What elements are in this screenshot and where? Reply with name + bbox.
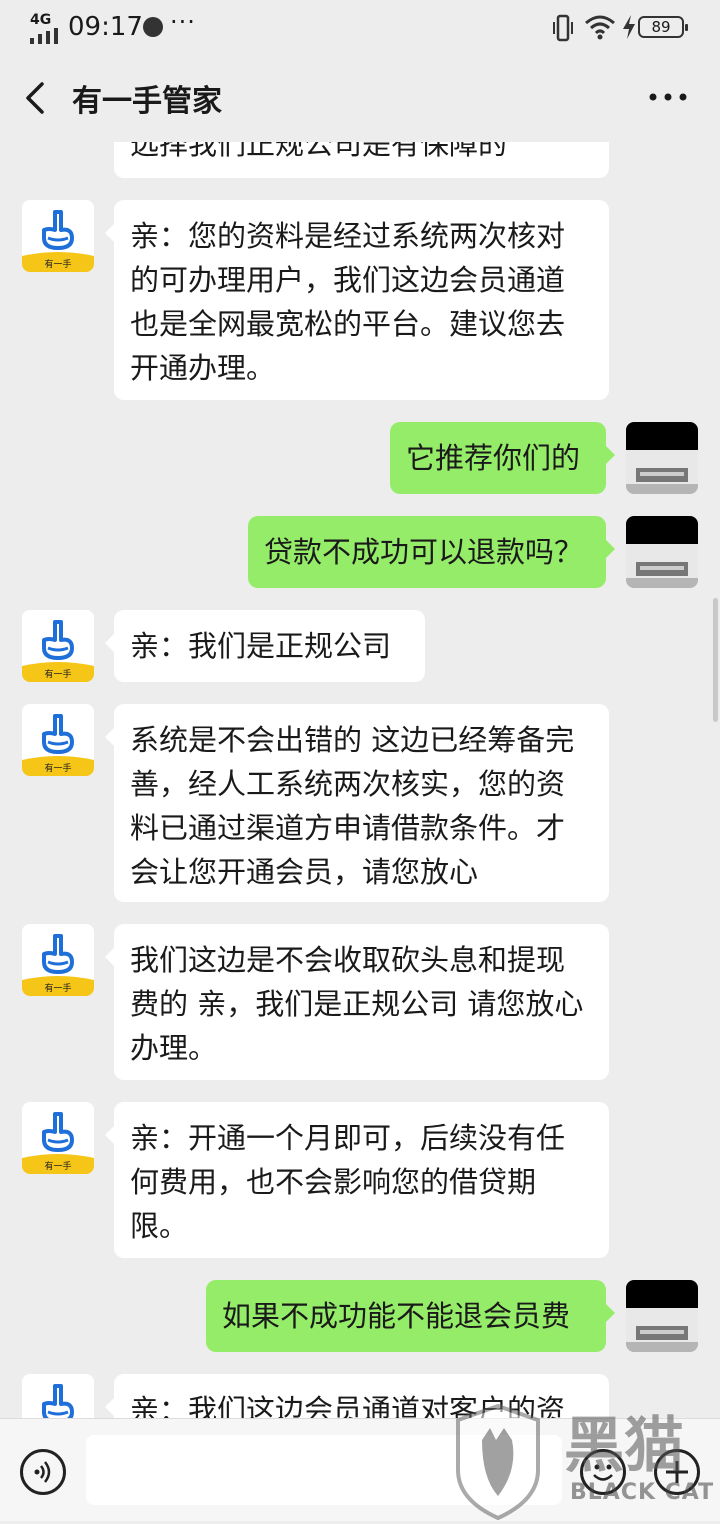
user-avatar[interactable] <box>626 516 698 588</box>
bot-logo-icon: 有一手 <box>22 1102 94 1174</box>
status-bar: 4G 09:17 ··· 89 <box>0 0 720 56</box>
message-bubble[interactable]: 亲：您的资料是经过系统两次核对的可办理用户，我们这边会员通道也是全网最宽松的平台… <box>105 200 609 400</box>
moon-icon <box>143 17 163 37</box>
message-input[interactable] <box>86 1435 562 1505</box>
vibrate-icon <box>553 14 573 42</box>
user-avatar[interactable] <box>626 1280 698 1352</box>
chevron-left-icon[interactable] <box>20 78 54 118</box>
bot-avatar[interactable]: 有一手 <box>22 704 94 776</box>
message-bubble[interactable]: 它推荐你们的 <box>390 422 615 494</box>
bot-avatar[interactable]: 有一手 <box>22 200 94 272</box>
input-bar <box>0 1418 720 1521</box>
signal-icon <box>30 28 58 44</box>
message-text: 亲：我们这边会员通道对客户的资 <box>130 1393 566 1418</box>
message-text: 贷款不成功可以退款吗？ <box>264 535 584 569</box>
message-received: 有一手 亲：开通一个月即可，后续没有任何费用，也不会影响您的借贷期限。 <box>0 1102 720 1258</box>
bot-avatar-label: 有一手 <box>44 1160 71 1172</box>
message-text: 亲：您的资料是经过系统两次核对的可办理用户，我们这边会员通道也是全网最宽松的平台… <box>130 219 566 385</box>
bot-avatar[interactable]: 有一手 <box>22 1102 94 1174</box>
user-avatar-image <box>626 1280 698 1352</box>
chat-header: 有一手管家 <box>0 56 720 143</box>
message-text: 选择我们正规公司是有保障的 <box>130 142 508 161</box>
message-bubble[interactable]: 亲：我们这边会员通道对客户的资 <box>105 1374 609 1418</box>
chat-title: 有一手管家 <box>72 84 222 119</box>
message-sent: 如果不成功能不能退会员费 <box>0 1280 720 1352</box>
message-sent: 它推荐你们的 <box>0 422 720 494</box>
message-sent: 贷款不成功可以退款吗？ <box>0 516 720 588</box>
bot-avatar[interactable]: 有一手 <box>22 1374 94 1418</box>
user-avatar[interactable] <box>626 422 698 494</box>
message-bubble[interactable]: 亲：我们是正规公司 <box>105 610 425 682</box>
message-bubble[interactable]: 如果不成功能不能退会员费 <box>206 1280 615 1352</box>
bot-logo-icon: 有一手 <box>22 704 94 776</box>
message-text: 它推荐你们的 <box>406 441 581 475</box>
bot-avatar-label: 有一手 <box>44 258 71 270</box>
bot-avatar-label: 有一手 <box>44 668 71 680</box>
message-text: 亲：我们是正规公司 <box>130 629 392 663</box>
message-bubble[interactable]: 我们这边是不会收取砍头息和提现费的 亲，我们是正规公司 请您放心办理。 <box>105 924 609 1080</box>
message-received: 有一手 亲：我们是正规公司 <box>0 610 720 682</box>
message-text: 系统是不会出错的 这边已经筹备完善，经人工系统两次核实，您的资料已通过渠道方申请… <box>130 723 575 889</box>
message-bubble[interactable]: 选择我们正规公司是有保障的 <box>114 142 609 178</box>
bot-avatar-label: 有一手 <box>44 982 71 994</box>
message-text: 亲：开通一个月即可，后续没有任何费用，也不会影响您的借贷期限。 <box>130 1121 566 1243</box>
message-bubble[interactable]: 贷款不成功可以退款吗？ <box>248 516 615 588</box>
message-list[interactable]: 选择我们正规公司是有保障的 有一手 亲：您的资料是经过系统两次核对的可办理用户，… <box>0 142 720 1418</box>
bot-logo-icon: 有一手 <box>22 1374 94 1418</box>
message-bubble[interactable]: 亲：开通一个月即可，后续没有任何费用，也不会影响您的借贷期限。 <box>105 1102 609 1258</box>
scrollbar[interactable] <box>713 598 718 722</box>
notification-dots: ··· <box>170 8 196 36</box>
bot-logo-icon: 有一手 <box>22 200 94 272</box>
network-type: 4G <box>30 12 52 28</box>
message-received: 有一手 系统是不会出错的 这边已经筹备完善，经人工系统两次核实，您的资料已通过渠… <box>0 704 720 902</box>
voice-icon[interactable] <box>20 1449 66 1495</box>
message-text: 如果不成功能不能退会员费 <box>222 1299 571 1333</box>
wifi-icon <box>585 15 615 40</box>
network-indicator: 4G <box>30 12 58 44</box>
message-bubble[interactable]: 系统是不会出错的 这边已经筹备完善，经人工系统两次核实，您的资料已通过渠道方申请… <box>105 704 609 902</box>
plus-icon[interactable] <box>654 1449 700 1495</box>
bot-avatar[interactable]: 有一手 <box>22 610 94 682</box>
message-received: 有一手 亲：您的资料是经过系统两次核对的可办理用户，我们这边会员通道也是全网最宽… <box>0 200 720 400</box>
more-dots-icon[interactable] <box>646 90 690 104</box>
message-received: 有一手 亲：我们这边会员通道对客户的资 <box>0 1374 720 1418</box>
charging-icon <box>623 15 635 39</box>
battery-icon: 89 <box>638 16 688 38</box>
bot-logo-icon: 有一手 <box>22 610 94 682</box>
message-received: 选择我们正规公司是有保障的 <box>0 142 720 182</box>
emoji-icon[interactable] <box>580 1449 626 1495</box>
message-received: 有一手 我们这边是不会收取砍头息和提现费的 亲，我们是正规公司 请您放心办理。 <box>0 924 720 1080</box>
bot-avatar-label: 有一手 <box>44 762 71 774</box>
bot-avatar[interactable]: 有一手 <box>22 924 94 996</box>
user-avatar-image <box>626 516 698 588</box>
bot-logo-icon: 有一手 <box>22 924 94 996</box>
battery-level: 89 <box>651 18 671 36</box>
clock: 09:17 <box>68 12 143 42</box>
user-avatar-image <box>626 422 698 494</box>
message-text: 我们这边是不会收取砍头息和提现费的 亲，我们是正规公司 请您放心办理。 <box>130 943 584 1065</box>
